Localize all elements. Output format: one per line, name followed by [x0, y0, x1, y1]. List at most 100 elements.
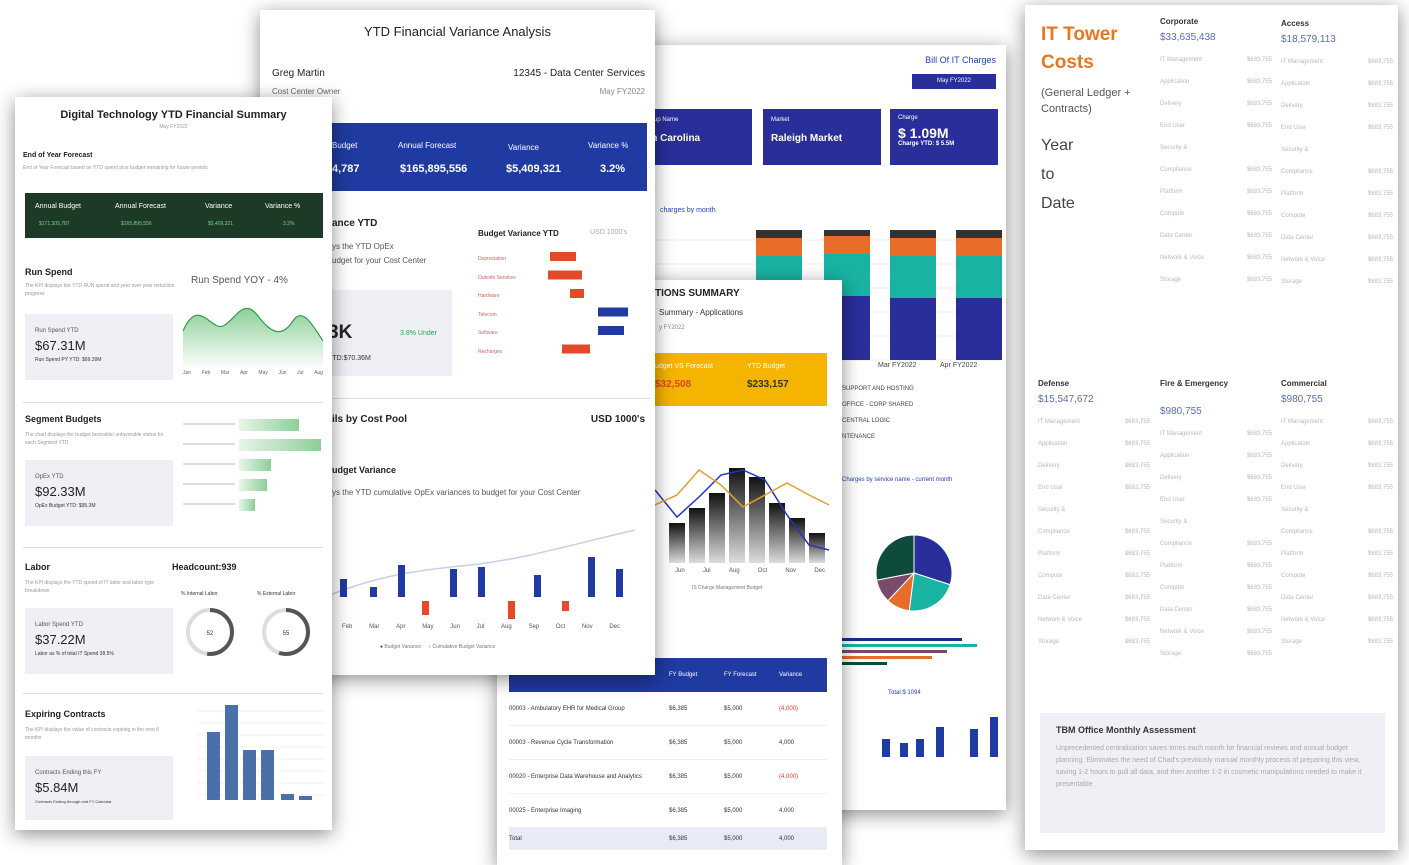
bar — [749, 477, 765, 563]
tower-line-item: IT Management $683,755 — [1160, 431, 1272, 437]
tower-line-item: Data Center $683,755 — [1160, 607, 1272, 613]
forecast-heading: End of Year Forecast — [23, 152, 93, 159]
tower-value: $33,635,438 — [1160, 32, 1216, 43]
bar-segment — [956, 230, 1002, 238]
tower-line-item: Compliance $683,755 — [1281, 529, 1393, 535]
owner-role: Cost Center Owner — [272, 87, 341, 96]
page-title: YTD Financial Variance Analysis — [364, 24, 551, 39]
bar — [239, 499, 255, 511]
variance-ytd-title: ance YTD — [332, 218, 378, 229]
cost-center: 12345 - Data Center Services — [513, 68, 645, 79]
tower-line-item: Delivery $683,755 — [1160, 101, 1272, 107]
variance-ytd-desc: ys the YTD OpEx udget for your Cost Cent… — [332, 242, 427, 265]
tower-line-item: Storage $683,755 — [1160, 651, 1272, 657]
tower-line-item: Platform $683,755 — [1038, 551, 1150, 557]
labor-desc: The KPI displays the YTD spend of IT lab… — [25, 580, 155, 594]
tower-line-item: Delivery $683,755 — [1281, 463, 1393, 469]
bar — [261, 750, 274, 800]
page-subtitle: (General Ledger + Contracts) — [1041, 87, 1131, 115]
run-spend-desc: The KPI displays the YTD RUN spend and y… — [25, 283, 175, 297]
run-spend-chart-title: Run Spend YOY - 4% — [191, 275, 288, 286]
legend-list: SUPPORT AND HOSTING OFFICE - CORP SHARED… — [842, 386, 914, 440]
table-row[interactable]: 00025 - Enterprise Imaging $6,385 $5,000 4,… — [509, 794, 827, 828]
run-months: Jan Feb Mar Apr May Jun Jul Aug — [183, 370, 323, 376]
table-row[interactable]: Total $6,385 $5,000 4,000 — [509, 828, 827, 850]
bar — [207, 732, 220, 800]
bar-segment — [756, 230, 802, 238]
variance-months: Feb Mar Apr May Jun Jul Aug Sep Oct Nov Dec — [342, 624, 620, 630]
tower-line-item: End User $683,755 — [1281, 485, 1393, 491]
bar — [398, 565, 405, 597]
tbm-text: Unprecedented centralization saves times… — [1056, 745, 1362, 788]
labor-title: Labor — [25, 562, 51, 572]
bar — [990, 717, 998, 757]
internal-labor-label: % Internal Labor — [181, 591, 218, 597]
budget-variance-ytd-chart — [548, 252, 628, 354]
labor-kpi: Labor Spend YTD $37.22M Labor as % of to… — [25, 608, 173, 674]
tower-line-item: Application $683,755 — [1281, 81, 1393, 87]
tower-line-item: Network & Voice $683,755 — [1160, 629, 1272, 635]
bar — [478, 567, 485, 597]
tower-line-item: Data Center $683,755 — [1281, 595, 1393, 601]
tbm-title: TBM Office Monthly Assessment — [1056, 725, 1196, 735]
tower-line-item: Delivery $683,755 — [1038, 463, 1150, 469]
tower-line-item: IT Management $683,755 — [1281, 59, 1393, 65]
tower-line-item: Platform $683,755 — [1281, 191, 1393, 197]
tower-line-item: End User $683,755 — [1160, 123, 1272, 129]
table-body: 00003 - Ambulatory EHR for Medical Group… — [509, 692, 827, 850]
category-label: Outside Services — [478, 274, 516, 281]
forecast-banner: Annual Budget Annual Forecast Variance V… — [25, 193, 323, 238]
category-label: Depreciation — [478, 256, 507, 262]
bar-segment — [890, 238, 936, 256]
pie-slice — [875, 534, 915, 581]
tower-value: $15,547,672 — [1038, 394, 1094, 405]
table-row[interactable]: 00003 - Revenue Cycle Transformation $6,3… — [509, 726, 827, 760]
budget-variance-desc: ys the YTD cumulative OpEx variances to … — [332, 488, 581, 497]
bar — [548, 270, 582, 280]
tower-line-item: Delivery $683,755 — [1160, 475, 1272, 481]
bar — [340, 579, 347, 597]
bottom-variance-chart — [882, 717, 998, 757]
bill-link[interactable]: Bill Of IT Charges — [925, 55, 996, 65]
category-label: Software — [478, 330, 498, 336]
run-spend-title: Run Spend — [25, 267, 73, 277]
table-row[interactable]: 00003 - Ambulatory EHR for Medical Group… — [509, 692, 827, 726]
external-labor-donut: 55 — [262, 608, 310, 656]
tower-card: Defense $15,547,672 IT Management $683,755 A… — [1038, 379, 1150, 661]
axis-month-apr: Apr FY2022 — [940, 362, 978, 369]
tower-line-item: Compliance $683,755 — [1281, 169, 1393, 175]
budget-variance-title: udget Variance — [332, 465, 397, 475]
tower-value: $18,579,113 — [1281, 34, 1336, 45]
bar-segment — [824, 236, 870, 254]
combo-legend: IS Charge Management Budget — [692, 585, 763, 591]
tower-line-item: Platform $683,755 — [1160, 563, 1272, 569]
svg-text:52: 52 — [207, 631, 214, 637]
bar — [689, 508, 705, 563]
bar — [239, 479, 267, 491]
it-tower-costs-page: IT Tower Costs (General Ledger + Contrac… — [1025, 5, 1398, 850]
category-label: Hardware — [478, 293, 500, 299]
bar — [916, 739, 924, 757]
summary-subtitle: Summary - Applications — [659, 308, 744, 317]
expiring-title: Expiring Contracts — [25, 709, 106, 719]
bar — [422, 601, 429, 615]
tower-line-item: Security & — [1160, 519, 1188, 525]
forecast-desc: End of Year Forecast based on YTD spend … — [23, 165, 208, 171]
segment-title: Segment Budgets — [25, 414, 102, 424]
kpi-budget-vs-forecast: udget VS Forecast $32,508 YTD Budget $23… — [655, 353, 827, 406]
tower-line-item: IT Management $683,755 — [1160, 57, 1272, 63]
cost-pool-title: ils by Cost Pool — [332, 414, 408, 425]
internal-labor-donut: 52 — [186, 608, 234, 656]
bar — [789, 518, 805, 563]
bar — [562, 344, 590, 354]
table-row[interactable]: 00020 - Enterprise Data Warehouse and An… — [509, 760, 827, 794]
svg-text:55: 55 — [283, 631, 290, 637]
service-pie-chart — [875, 534, 953, 612]
bar — [562, 601, 569, 611]
bar — [508, 601, 515, 619]
bar-segment — [824, 230, 870, 236]
tower-line-item: Network & Voice $683,755 — [1281, 617, 1393, 623]
tower-line-item: End User $683,755 — [1281, 125, 1393, 131]
variance-kpi-box: 3K 3.8% Under et YTD:$70.36M — [320, 290, 452, 376]
expiring-kpi: Contracts Ending this FY $5.84M Contract… — [25, 756, 173, 820]
